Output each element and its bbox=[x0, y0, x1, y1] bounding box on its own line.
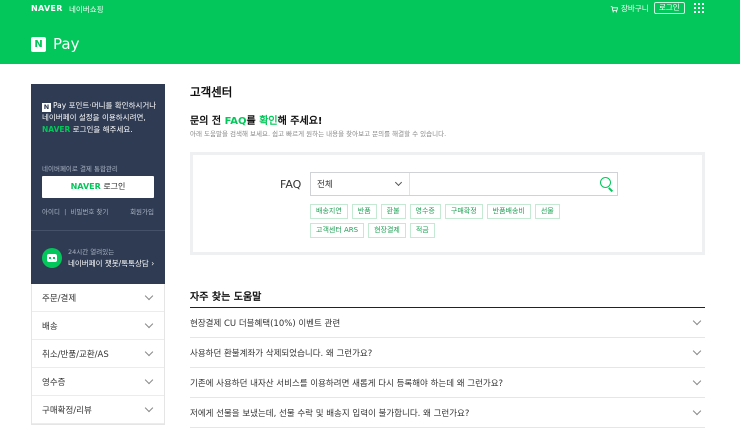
chip-gift[interactable]: 선물 bbox=[534, 204, 560, 219]
npay-small-icon: N bbox=[42, 103, 51, 112]
faq-list: 현장결제 CU 더블혜택(10%) 이벤트 관련 사용하던 환불계좌가 삭제되었… bbox=[190, 308, 705, 428]
faq-label: FAQ bbox=[280, 178, 302, 191]
sidebar-menu: 주문/결제 배송 취소/반품/교환/AS 영수증 구매확정/리뷰 bbox=[31, 284, 165, 425]
cart-link[interactable]: 장바구니 bbox=[610, 3, 649, 14]
naver-link[interactable]: NAVER bbox=[31, 4, 63, 13]
sidebar-item-confirm-review[interactable]: 구매확정/리뷰 bbox=[32, 396, 164, 424]
faq-section-title: 자주 찾는 도움말 bbox=[190, 292, 262, 303]
category-select[interactable]: 전체 bbox=[311, 173, 410, 195]
cart-label: 장바구니 bbox=[621, 4, 649, 13]
chevron-down-icon bbox=[692, 406, 702, 416]
faq-search-bar: 전체 bbox=[310, 172, 618, 196]
find-id-link[interactable]: 아이디 bbox=[42, 208, 60, 216]
chevron-down-icon bbox=[144, 375, 154, 385]
chevron-down-icon bbox=[144, 403, 154, 413]
sidebar-item-cancel-return[interactable]: 취소/반품/교환/AS bbox=[32, 340, 164, 368]
naver-login-button[interactable]: NAVER 로그인 bbox=[42, 176, 154, 198]
chevron-down-icon bbox=[692, 346, 702, 356]
chevron-down-icon bbox=[144, 319, 154, 329]
login-panel: N Pay 포인트·머니를 확인하시거나 네이버페이 설정을 이용하시려면, NA… bbox=[31, 84, 165, 284]
sidebar-item-receipt[interactable]: 영수증 bbox=[32, 368, 164, 396]
faq-item[interactable]: 현장결제 CU 더블혜택(10%) 이벤트 관련 bbox=[190, 308, 705, 338]
chip-return[interactable]: 반품 bbox=[351, 204, 377, 219]
chip-purchase-confirm[interactable]: 구매확정 bbox=[444, 204, 483, 219]
sidebar: N Pay 포인트·머니를 확인하시거나 네이버페이 설정을 이용하시려면, NA… bbox=[31, 84, 165, 425]
chip-refund[interactable]: 환불 bbox=[380, 204, 406, 219]
chip-return-shipping-fee[interactable]: 반품배송비 bbox=[486, 204, 531, 219]
cart-icon bbox=[610, 5, 618, 12]
faq-item[interactable]: 사용하던 환불계좌가 삭제되었습니다. 왜 그런가요? bbox=[190, 338, 705, 368]
chatbot-icon bbox=[42, 247, 62, 268]
chip-onsite-payment[interactable]: 현장결제 bbox=[368, 223, 406, 238]
faq-item[interactable]: 기존에 사용하던 내자산 서비스를 이용하려면 새롭게 다시 등록해야 하는데 … bbox=[190, 368, 705, 398]
join-link[interactable]: 회원가입 bbox=[130, 206, 154, 216]
chip-savings[interactable]: 적금 bbox=[409, 223, 435, 238]
chevron-down-icon bbox=[394, 178, 403, 187]
integrated-label: 네이버페이로 결제 통합관리 bbox=[42, 165, 118, 173]
header: N Pay bbox=[0, 18, 740, 64]
chip-delivery-delay[interactable]: 배송지연 bbox=[310, 204, 348, 219]
top-login-button[interactable]: 로그인 bbox=[654, 2, 685, 14]
pay-title[interactable]: Pay bbox=[53, 35, 79, 53]
chip-ars[interactable]: 고객센터 ARS bbox=[310, 223, 365, 238]
npay-logo-icon[interactable]: N bbox=[31, 37, 46, 52]
sidebar-item-order-payment[interactable]: 주문/결제 bbox=[32, 284, 164, 312]
chevron-down-icon bbox=[692, 316, 702, 326]
sidebar-item-delivery[interactable]: 배송 bbox=[32, 312, 164, 340]
search-input[interactable] bbox=[410, 174, 595, 194]
divider bbox=[31, 230, 165, 231]
account-links: 아이디 | 비밀번호 찾기 회원가입 bbox=[42, 206, 154, 216]
page-title: 고객센터 bbox=[190, 85, 233, 99]
faq-prompt-subtext: 아래 도움말을 검색해 보세요. 쉽고 빠르게 원하는 내용을 찾아보고 문의를… bbox=[190, 130, 447, 138]
chatbot-link[interactable]: 24시간 열려있는 네이버페이 챗봇/톡톡상담 › bbox=[42, 246, 154, 269]
chevron-right-icon: › bbox=[151, 259, 155, 268]
apps-grid-icon[interactable] bbox=[694, 3, 705, 14]
search-icon[interactable] bbox=[595, 173, 617, 195]
faq-prompt: 문의 전 FAQ를 확인해 주세요! bbox=[190, 116, 323, 127]
chevron-down-icon bbox=[692, 376, 702, 386]
login-promo-text: N Pay 포인트·머니를 확인하시거나 네이버페이 설정을 이용하시려면, NA… bbox=[42, 101, 157, 134]
faq-item[interactable]: 저에게 선물을 보냈는데, 선물 수락 및 배송지 입력이 불가합니다. 왜 그… bbox=[190, 398, 705, 428]
chevron-down-icon bbox=[144, 347, 154, 357]
faq-search-box: FAQ 전체 배송지연 반품 환불 영수증 구매확정 반품배송비 선물 고객센터… bbox=[190, 152, 705, 255]
naver-shopping-link[interactable]: 네이버쇼핑 bbox=[69, 4, 104, 15]
faq-keyword-chips: 배송지연 반품 환불 영수증 구매확정 반품배송비 선물 고객센터 ARS 현장… bbox=[310, 204, 610, 238]
top-bar: NAVER 네이버쇼핑 장바구니 로그인 bbox=[0, 0, 740, 18]
find-password-link[interactable]: 비밀번호 찾기 bbox=[70, 208, 108, 216]
chip-receipt[interactable]: 영수증 bbox=[409, 204, 441, 219]
chevron-down-icon bbox=[144, 291, 154, 301]
